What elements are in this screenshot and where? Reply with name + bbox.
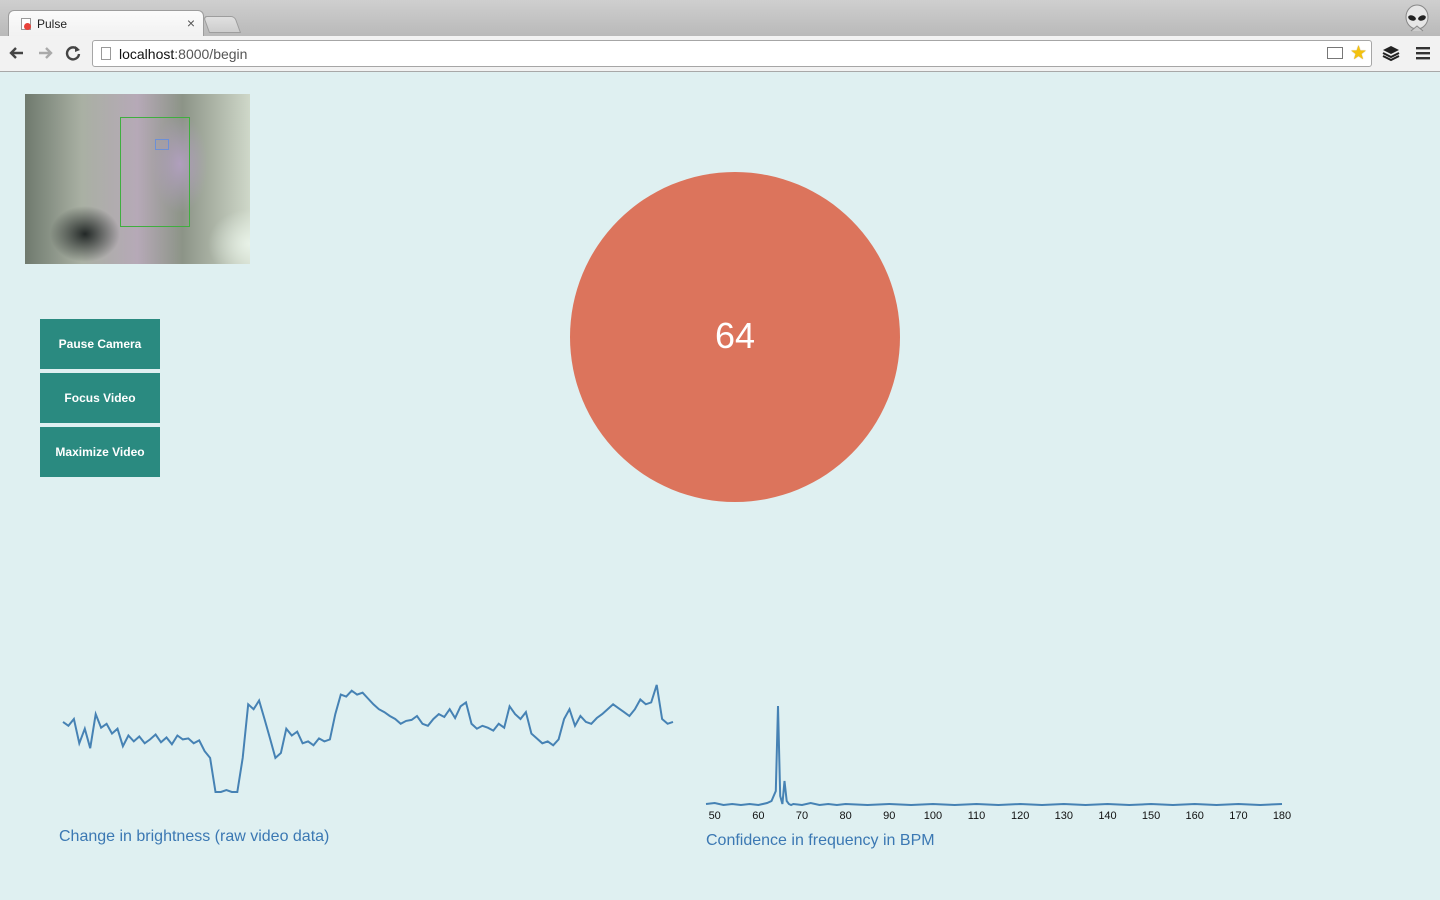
- forehead-detection-box: [155, 139, 169, 150]
- reload-icon[interactable]: [62, 42, 84, 64]
- browser-tab[interactable]: Pulse ×: [8, 10, 204, 36]
- webcam-video[interactable]: [25, 94, 250, 264]
- tab-title: Pulse: [37, 17, 68, 31]
- alien-avatar-icon[interactable]: [1403, 4, 1431, 34]
- x-tick-label: 80: [839, 810, 851, 822]
- tab-close-icon[interactable]: ×: [187, 15, 195, 31]
- x-tick-label: 160: [1186, 810, 1204, 822]
- x-tick-label: 130: [1055, 810, 1073, 822]
- x-tick-label: 70: [796, 810, 808, 822]
- confidence-series-line: [705, 705, 1283, 807]
- x-tick-label: 60: [752, 810, 764, 822]
- url-text[interactable]: localhost:8000/begin: [119, 46, 247, 62]
- raw-chart-caption: Change in brightness (raw video data): [59, 828, 330, 845]
- x-tick-label: 100: [924, 810, 942, 822]
- fft-chart-caption: Confidence in frequency in BPM: [706, 832, 935, 849]
- bookmark-star-icon[interactable]: ★: [1350, 42, 1367, 65]
- x-tick-label: 50: [709, 810, 721, 822]
- raw-brightness-chart: [62, 684, 674, 793]
- tab-strip: Pulse ×: [0, 0, 1440, 36]
- address-bar[interactable]: localhost:8000/begin ★: [92, 40, 1372, 67]
- x-tick-label: 140: [1098, 810, 1116, 822]
- bpm-circle: 64: [570, 172, 900, 502]
- menu-icon[interactable]: [1412, 42, 1434, 64]
- x-tick-label: 110: [968, 810, 986, 822]
- layers-icon[interactable]: [1380, 42, 1402, 64]
- pause-camera-button[interactable]: Pause Camera: [40, 319, 160, 369]
- x-tick-label: 170: [1229, 810, 1247, 822]
- browser-toolbar: localhost:8000/begin ★: [0, 36, 1440, 72]
- focus-video-button[interactable]: Focus Video: [40, 373, 160, 423]
- forward-arrow-icon[interactable]: [34, 42, 56, 64]
- face-detection-box: [120, 117, 190, 227]
- new-tab-button[interactable]: [202, 16, 242, 33]
- x-tick-label: 180: [1273, 810, 1291, 822]
- bpm-value: 64: [714, 315, 756, 356]
- brightness-series-line: [62, 684, 674, 793]
- page-icon: [101, 47, 111, 60]
- camera-icon[interactable]: [1327, 47, 1343, 59]
- maximize-video-button[interactable]: Maximize Video: [40, 427, 160, 477]
- x-tick-label: 90: [883, 810, 895, 822]
- x-tick-label: 120: [1011, 810, 1029, 822]
- record-favicon-icon: [21, 18, 31, 30]
- back-arrow-icon[interactable]: [6, 42, 28, 64]
- x-tick-label: 150: [1142, 810, 1160, 822]
- frequency-confidence-chart: 50 60 70 80 90 100 110 120 130 140 150 160 170 180: [705, 705, 1291, 822]
